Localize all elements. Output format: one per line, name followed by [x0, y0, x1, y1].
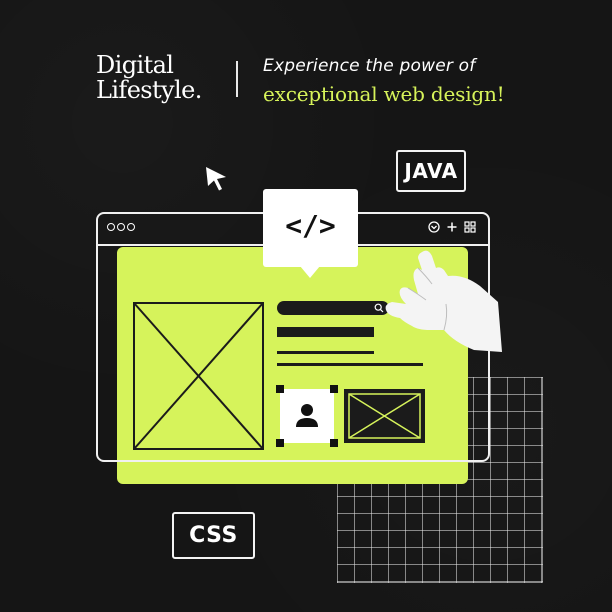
code-badge: </>	[263, 189, 358, 267]
pointer-cursor-icon	[206, 167, 226, 191]
window-dots	[107, 223, 135, 231]
heading-placeholder	[277, 327, 374, 337]
tagline-line-2: exceptional web design!	[263, 82, 505, 106]
selection-handle	[330, 385, 338, 393]
css-label: CSS	[172, 512, 255, 559]
browser-controls	[428, 221, 476, 233]
text-line-placeholder	[277, 363, 423, 366]
java-label: JAVA	[396, 150, 466, 192]
window-dot	[117, 223, 125, 231]
chevron-circle-icon	[428, 221, 440, 233]
code-symbol: </>	[285, 209, 336, 242]
tagline-line-1: Experience the power of	[263, 56, 476, 76]
text-line-placeholder	[277, 351, 374, 354]
search-bar	[277, 301, 389, 315]
image-placeholder	[133, 302, 264, 450]
window-dot	[107, 223, 115, 231]
selection-handle	[276, 385, 284, 393]
hand-icon	[385, 250, 502, 352]
selection-handle	[276, 439, 284, 447]
code-badge-tail	[300, 266, 320, 278]
window-dot	[127, 223, 135, 231]
brand-line-2: Lifestyle.	[96, 76, 202, 104]
selection-handle	[330, 439, 338, 447]
small-image-placeholder	[344, 389, 425, 443]
plus-icon	[447, 222, 457, 232]
poster: Digital Lifestyle. Experience the power …	[0, 0, 612, 612]
header-divider	[236, 61, 238, 97]
user-icon	[296, 404, 318, 427]
grid-icon	[464, 221, 476, 233]
avatar-placeholder	[280, 389, 334, 443]
brand-logo: Digital Lifestyle.	[96, 53, 214, 103]
brand-line-1: Digital	[96, 51, 174, 79]
